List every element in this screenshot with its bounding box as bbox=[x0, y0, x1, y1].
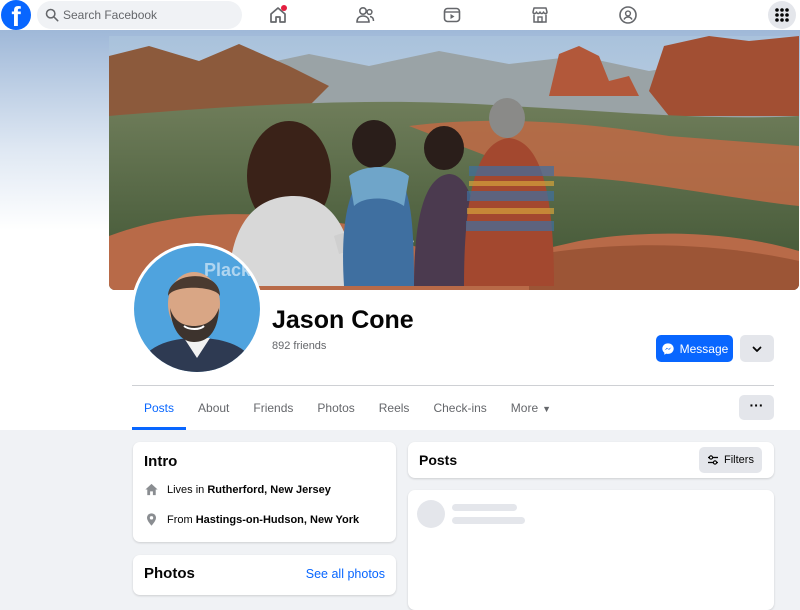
skeleton-avatar bbox=[417, 500, 445, 528]
groups-icon[interactable] bbox=[617, 4, 639, 26]
ellipsis-icon: ··· bbox=[749, 397, 764, 413]
see-all-photos-link[interactable]: See all photos bbox=[306, 567, 385, 581]
tab-friends[interactable]: Friends bbox=[241, 386, 305, 430]
search-box[interactable] bbox=[37, 1, 242, 29]
watch-icon[interactable] bbox=[441, 4, 463, 26]
facebook-logo[interactable]: f bbox=[1, 0, 31, 30]
filter-sliders-icon bbox=[708, 455, 719, 465]
friends-icon[interactable] bbox=[354, 4, 376, 26]
photos-card: Photos See all photos bbox=[133, 555, 396, 595]
search-icon bbox=[45, 8, 59, 22]
tab-more[interactable]: More ▼ bbox=[499, 386, 563, 430]
tab-check-ins[interactable]: Check-ins bbox=[421, 386, 498, 430]
tab-more-label: More bbox=[510, 401, 539, 415]
filters-label: Filters bbox=[724, 454, 754, 466]
caret-down-icon: ▼ bbox=[542, 404, 552, 414]
skeleton-line bbox=[452, 504, 517, 511]
chevron-down-icon bbox=[752, 346, 762, 352]
tab-about[interactable]: About bbox=[186, 386, 241, 430]
search-input[interactable] bbox=[63, 1, 233, 29]
lives-in-place[interactable]: Rutherford, New Jersey bbox=[207, 484, 330, 496]
grid-menu-button[interactable] bbox=[768, 1, 796, 29]
tab-photos[interactable]: Photos bbox=[305, 386, 366, 430]
messenger-icon bbox=[661, 342, 674, 355]
top-navigation-bar: f bbox=[0, 0, 800, 30]
profile-more-button[interactable] bbox=[740, 335, 774, 362]
from-place[interactable]: Hastings-on-Hudson, New York bbox=[196, 514, 359, 526]
profile-avatar[interactable]: Plack bbox=[134, 246, 260, 372]
intro-card: Intro Lives in Rutherford, New Jersey Fr… bbox=[133, 442, 396, 542]
profile-name: Jason Cone bbox=[272, 306, 414, 334]
notification-dot bbox=[281, 5, 287, 11]
grid-menu-icon bbox=[775, 8, 789, 22]
posts-header-card: Posts Filters bbox=[408, 442, 774, 478]
lives-in-row: Lives in Rutherford, New Jersey bbox=[144, 482, 331, 497]
friends-count[interactable]: 892 friends bbox=[272, 340, 326, 352]
from-row: From Hastings-on-Hudson, New York bbox=[144, 512, 359, 527]
post-loading-skeleton bbox=[408, 490, 774, 610]
home-icon[interactable] bbox=[267, 4, 289, 26]
photos-title: Photos bbox=[144, 565, 195, 582]
tab-reels[interactable]: Reels bbox=[367, 386, 422, 430]
posts-title: Posts bbox=[419, 452, 458, 468]
location-pin-icon bbox=[147, 513, 156, 526]
lives-in-prefix: Lives in bbox=[167, 483, 205, 496]
from-prefix: From bbox=[167, 513, 193, 526]
home-icon bbox=[145, 483, 158, 496]
message-button[interactable]: Message bbox=[656, 335, 733, 362]
marketplace-icon[interactable] bbox=[529, 4, 551, 26]
filters-button[interactable]: Filters bbox=[699, 447, 762, 473]
tabs-more-options-button[interactable]: ··· bbox=[739, 395, 774, 420]
tab-posts[interactable]: Posts bbox=[132, 386, 187, 430]
message-button-label: Message bbox=[679, 341, 729, 356]
skeleton-line bbox=[452, 517, 525, 524]
profile-tabs: Posts About Friends Photos Reels Check-i… bbox=[132, 386, 563, 430]
intro-title: Intro bbox=[144, 453, 178, 470]
